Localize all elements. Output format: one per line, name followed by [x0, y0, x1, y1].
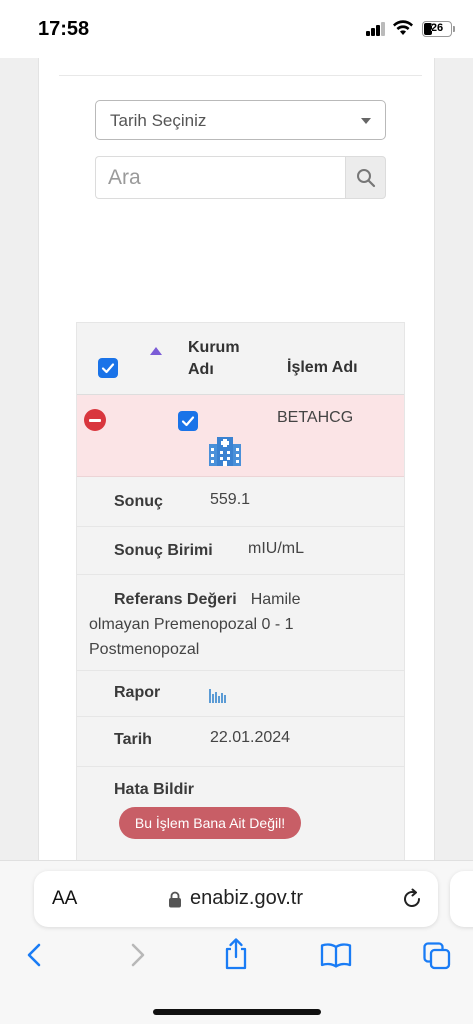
detail-birim: Sonuç Birimi mIU/mL: [77, 527, 404, 575]
battery-nub: [453, 26, 455, 32]
browser-toolbar: AA enabiz.gov.tr: [0, 860, 473, 1024]
table-header: Kurum Adı İşlem Adı: [77, 323, 404, 395]
header-kurum-line1: Kurum: [188, 339, 240, 356]
referans-block: Referans Değeri Hamile olmayan Premenopoz…: [89, 587, 394, 662]
caret-down-icon: [361, 118, 371, 124]
sonuc-value: 559.1: [210, 491, 251, 508]
detail-rapor: Rapor: [77, 671, 404, 717]
hata-label: Hata Bildir: [114, 781, 195, 798]
detail-hata: Hata Bildir Bu İşlem Bana Ait Değil!: [77, 767, 404, 869]
lock-icon: [169, 891, 181, 908]
back-icon[interactable]: [24, 941, 46, 969]
bookmarks-icon[interactable]: [320, 941, 352, 969]
url-domain: enabiz.gov.tr: [190, 887, 304, 909]
battery-icon: 26: [422, 21, 452, 37]
detail-tarih: Tarih 22.01.2024: [77, 717, 404, 767]
content-card: Tarih Seçiniz Kurum Adı İşlem Adı: [38, 58, 435, 868]
birim-value: mIU/mL: [248, 540, 304, 557]
aa-label: AA: [52, 888, 78, 909]
forward-icon[interactable]: [126, 941, 148, 969]
birim-label: Sonuç Birimi: [114, 542, 213, 559]
checkmark-icon: [101, 363, 115, 374]
cellular-signal-icon: [366, 22, 386, 36]
table-row[interactable]: BETAHCG: [77, 395, 404, 477]
row-islem-adi: BETAHCG: [277, 409, 354, 426]
header-islem-adi[interactable]: İşlem Adı: [287, 359, 358, 377]
referans-value-2: olmayan Premenopozal 0 - 1: [89, 616, 294, 633]
search-group: [95, 156, 386, 199]
header-kurum-line2: Adı: [188, 361, 214, 378]
detail-referans: Referans Değeri Hamile olmayan Premenopoz…: [77, 575, 404, 671]
rapor-label: Rapor: [114, 684, 161, 701]
bar-chart-icon[interactable]: [209, 689, 227, 703]
date-select-label: Tarih Seçiniz: [110, 111, 207, 130]
divider: [59, 75, 422, 76]
wifi-icon: [393, 20, 413, 35]
tarih-value: 22.01.2024: [210, 729, 291, 746]
share-icon[interactable]: [222, 937, 250, 971]
referans-label: Referans Değeri: [114, 591, 237, 608]
tabs-icon[interactable]: [422, 941, 452, 971]
row-checkbox[interactable]: [178, 411, 198, 431]
address-bar[interactable]: AA enabiz.gov.tr: [34, 871, 438, 927]
collapse-row-button[interactable]: [84, 409, 106, 431]
home-indicator: [153, 1009, 321, 1015]
date-select[interactable]: Tarih Seçiniz: [95, 100, 386, 140]
sonuc-label: Sonuç: [114, 493, 163, 510]
reader-options-button[interactable]: AA: [52, 888, 77, 910]
sort-asc-icon[interactable]: [150, 347, 162, 355]
checkmark-icon: [181, 416, 195, 427]
battery-level: 26: [430, 22, 444, 34]
select-all-checkbox[interactable]: [98, 358, 118, 378]
referans-value-3: Postmenopozal: [89, 641, 200, 658]
report-error-button[interactable]: Bu İşlem Bana Ait Değil!: [119, 807, 301, 839]
header-kurum-adi[interactable]: Kurum Adı: [188, 337, 240, 381]
search-button[interactable]: [345, 156, 386, 199]
results-table: Kurum Adı İşlem Adı BETAHCG Sonuç 559.1 …: [76, 322, 405, 868]
status-bar: 17:58 26: [0, 0, 473, 58]
search-input[interactable]: [95, 156, 345, 199]
status-time: 17:58: [38, 18, 90, 40]
next-tab-peek[interactable]: [450, 871, 473, 927]
reload-icon[interactable]: [400, 887, 424, 911]
search-icon: [357, 169, 376, 188]
referans-value-1: Hamile: [250, 591, 301, 608]
tarih-label: Tarih: [114, 731, 152, 748]
detail-sonuc: Sonuç 559.1: [77, 477, 404, 527]
hospital-icon: [209, 437, 241, 466]
